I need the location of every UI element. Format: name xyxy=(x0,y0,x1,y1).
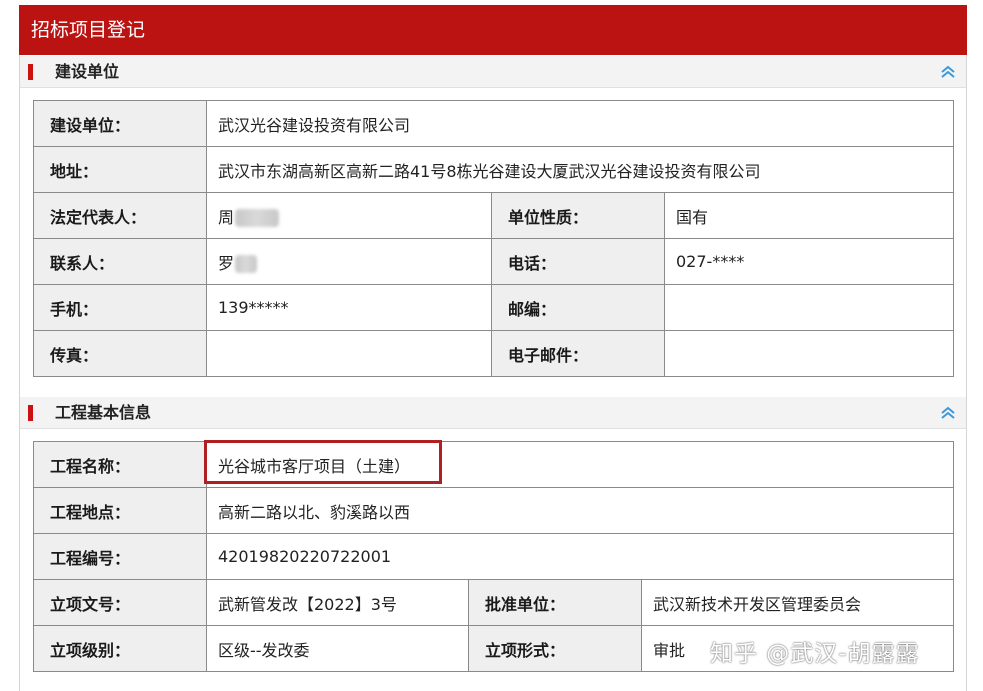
field-value: 武汉新技术开发区管理委员会 xyxy=(640,579,955,626)
field-value: 027-**** xyxy=(663,238,955,285)
field-value: 武汉光谷建设投资有限公司 xyxy=(205,100,955,147)
field-label: 联系人： xyxy=(33,238,207,285)
table-row: 工程编号： 42019820220722001 xyxy=(33,533,955,580)
table-row: 工程地点： 高新二路以北、豹溪路以西 xyxy=(33,487,955,534)
legal-rep-value: 周 xyxy=(218,207,235,227)
project-name-highlight-box xyxy=(204,440,442,484)
table-row: 立项文号： 武新管发改【2022】3号 批准单位： 武汉新技术开发区管理委员会 xyxy=(33,579,955,626)
field-label: 电子邮件： xyxy=(491,330,665,377)
redacted-blur xyxy=(235,209,280,227)
field-value: 罗 xyxy=(206,238,492,285)
field-label: 立项形式： xyxy=(468,625,642,672)
field-label: 工程编号： xyxy=(33,533,207,580)
field-value: 139***** xyxy=(206,284,492,331)
field-value: 区级--发改委 xyxy=(206,625,469,672)
redacted-blur xyxy=(235,255,258,273)
field-value: 武新管发改【2022】3号 xyxy=(206,579,469,626)
section-title: 建设单位 xyxy=(55,62,120,81)
field-value xyxy=(663,330,955,377)
field-label: 单位性质： xyxy=(491,192,665,239)
page-title: 招标项目登记 xyxy=(19,5,967,55)
field-label: 立项文号： xyxy=(33,579,207,626)
field-label: 地址： xyxy=(33,146,207,193)
field-label: 电话： xyxy=(491,238,665,285)
field-label: 传真： xyxy=(33,330,207,377)
field-label: 邮编： xyxy=(491,284,665,331)
field-label: 立项级别： xyxy=(33,625,207,672)
field-label: 批准单位： xyxy=(468,579,642,626)
field-value: 武汉市东湖高新区高新二路41号8栋光谷建设大厦武汉光谷建设投资有限公司 xyxy=(205,146,955,193)
section-title: 工程基本信息 xyxy=(55,403,152,422)
contact-value: 罗 xyxy=(218,253,235,273)
watermark: 知乎 @武汉-胡露露 xyxy=(710,641,920,667)
table-row: 建设单位： 武汉光谷建设投资有限公司 xyxy=(33,100,955,147)
section-accent-bar xyxy=(28,405,33,421)
table-row: 传真： 电子邮件： xyxy=(33,330,955,377)
field-label: 手机： xyxy=(33,284,207,331)
field-label: 建设单位： xyxy=(33,100,207,147)
double-chevron-up-icon[interactable] xyxy=(940,62,956,82)
section-header-project-info: 工程基本信息 xyxy=(20,397,966,429)
section-accent-bar xyxy=(28,64,33,80)
field-value: 高新二路以北、豹溪路以西 xyxy=(205,487,955,534)
table-row: 工程名称： 光谷城市客厅项目（土建） xyxy=(33,441,955,488)
table-row: 手机： 139***** 邮编： xyxy=(33,284,955,331)
field-value xyxy=(206,330,492,377)
double-chevron-up-icon[interactable] xyxy=(940,403,956,423)
table-row: 法定代表人： 周 单位性质： 国有 xyxy=(33,192,955,239)
table-row: 联系人： 罗 电话： 027-**** xyxy=(33,238,955,285)
construction-unit-table: 建设单位： 武汉光谷建设投资有限公司 地址： 武汉市东湖高新区高新二路41号8栋… xyxy=(33,100,955,377)
field-label: 工程地点： xyxy=(33,487,207,534)
field-value: 42019820220722001 xyxy=(205,533,955,580)
field-value: 国有 xyxy=(663,192,955,239)
field-value: 周 xyxy=(206,192,492,239)
table-row: 地址： 武汉市东湖高新区高新二路41号8栋光谷建设大厦武汉光谷建设投资有限公司 xyxy=(33,146,955,193)
field-value xyxy=(663,284,955,331)
field-label: 工程名称： xyxy=(33,441,207,488)
field-label: 法定代表人： xyxy=(33,192,207,239)
section-header-construction-unit: 建设单位 xyxy=(20,56,966,88)
